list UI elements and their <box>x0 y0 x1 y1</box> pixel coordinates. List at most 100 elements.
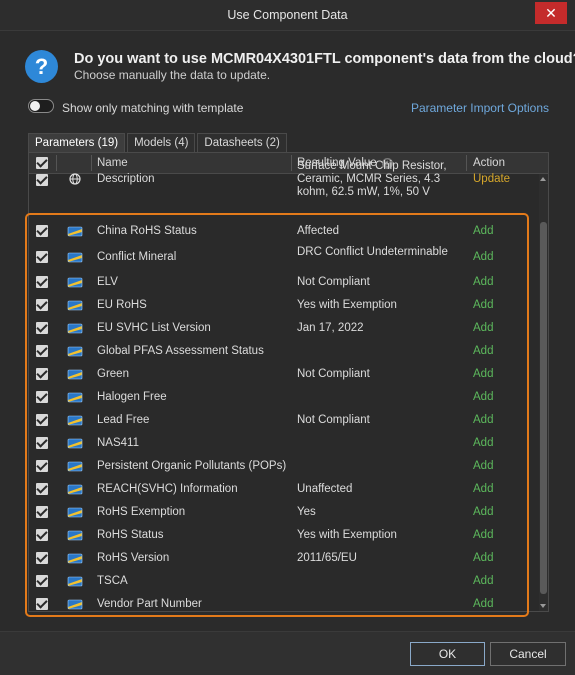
row-checkbox[interactable] <box>36 345 48 357</box>
chip-icon <box>67 506 83 518</box>
add-action[interactable]: Add <box>473 598 493 610</box>
dialog-subtitle: Choose manually the data to update. <box>74 68 271 82</box>
table-row[interactable]: Halogen Free Add <box>29 386 539 408</box>
add-action[interactable]: Add <box>473 575 493 587</box>
chip-icon <box>67 322 83 334</box>
parameter-name: RoHS Exemption <box>97 506 186 518</box>
chip-icon <box>67 483 83 495</box>
chip-icon <box>67 225 83 237</box>
chip-icon <box>67 299 83 311</box>
add-action[interactable]: Add <box>473 483 493 495</box>
table-row[interactable]: Lead Free Not Compliant Add <box>29 409 539 431</box>
add-action[interactable]: Add <box>473 552 493 564</box>
parameters-table: Name Resulting Value ? Action Descriptio… <box>28 152 549 612</box>
question-icon: ? <box>25 50 58 83</box>
add-action[interactable]: Add <box>473 437 493 449</box>
parameter-value: Yes <box>297 506 316 518</box>
parameter-name: EU RoHS <box>97 299 147 311</box>
table-row[interactable]: EU SVHC List Version Jan 17, 2022 Add <box>29 317 539 339</box>
parameter-name: Conflict Mineral <box>97 251 177 263</box>
parameter-name: Description <box>97 173 155 185</box>
add-action[interactable]: Add <box>473 345 493 357</box>
row-checkbox[interactable] <box>36 506 48 518</box>
parameter-name: ELV <box>97 276 118 288</box>
row-checkbox[interactable] <box>36 391 48 403</box>
parameter-name: Lead Free <box>97 414 150 426</box>
add-action[interactable]: Add <box>473 322 493 334</box>
add-action[interactable]: Add <box>473 529 493 541</box>
row-checkbox[interactable] <box>36 552 48 564</box>
globe-icon <box>69 173 81 185</box>
parameter-name: Vendor Part Number <box>97 598 202 610</box>
add-action[interactable]: Add <box>473 276 493 288</box>
table-row[interactable]: RoHS Status Yes with Exemption Add <box>29 524 539 546</box>
parameter-value: Not Compliant <box>297 368 370 380</box>
matching-template-toggle[interactable] <box>28 99 54 113</box>
parameter-value: Yes with Exemption <box>297 529 397 541</box>
add-action[interactable]: Add <box>473 299 493 311</box>
row-checkbox[interactable] <box>36 299 48 311</box>
table-row[interactable]: EU RoHS Yes with Exemption Add <box>29 294 539 316</box>
table-row[interactable]: RoHS Version 2011/65/EU Add <box>29 547 539 569</box>
table-row[interactable]: Green Not Compliant Add <box>29 363 539 385</box>
table-row[interactable]: Persistent Organic Pollutants (POPs) Add <box>29 455 539 477</box>
scroll-down-arrow-icon[interactable] <box>540 604 546 608</box>
row-checkbox[interactable] <box>36 529 48 541</box>
cancel-button[interactable]: Cancel <box>490 642 566 666</box>
chip-icon <box>67 414 83 426</box>
tab-parameters[interactable]: Parameters (19) <box>28 133 126 152</box>
chip-icon <box>67 276 83 288</box>
add-action[interactable]: Add <box>473 460 493 472</box>
row-checkbox[interactable] <box>36 174 48 186</box>
close-button[interactable]: ✕ <box>535 2 567 24</box>
update-action[interactable]: Update <box>473 173 510 185</box>
row-checkbox[interactable] <box>36 437 48 449</box>
row-checkbox[interactable] <box>36 460 48 472</box>
parameter-name: Persistent Organic Pollutants (POPs) <box>97 460 287 472</box>
title-bar: Use Component Data ✕ <box>0 0 575 31</box>
add-action[interactable]: Add <box>473 225 493 237</box>
dialog-footer: OK Cancel <box>0 631 575 675</box>
table-row[interactable]: TSCA Add <box>29 570 539 592</box>
parameter-name: Halogen Free <box>97 391 167 403</box>
add-action[interactable]: Add <box>473 251 493 263</box>
row-checkbox[interactable] <box>36 575 48 587</box>
add-action[interactable]: Add <box>473 414 493 426</box>
row-checkbox[interactable] <box>36 414 48 426</box>
tab-models[interactable]: Models (4) <box>127 133 196 152</box>
parameter-name: Green <box>97 368 129 380</box>
parameter-import-options-link[interactable]: Parameter Import Options <box>411 101 549 115</box>
table-row[interactable]: REACH(SVHC) Information Unaffected Add <box>29 478 539 500</box>
table-row[interactable]: Description Surface Mount Chip Resistor, … <box>29 160 539 216</box>
row-checkbox[interactable] <box>36 225 48 237</box>
add-action[interactable]: Add <box>473 368 493 380</box>
table-row[interactable]: Global PFAS Assessment Status Add <box>29 340 539 362</box>
row-checkbox[interactable] <box>36 251 48 263</box>
table-row[interactable]: Conflict Mineral DRC Conflict Undetermina… <box>29 246 539 268</box>
chip-icon <box>67 345 83 357</box>
parameter-value: Yes with Exemption <box>297 299 397 311</box>
chip-icon <box>67 575 83 587</box>
parameter-value: Jan 17, 2022 <box>297 322 364 334</box>
add-action[interactable]: Add <box>473 506 493 518</box>
table-row[interactable]: RoHS Exemption Yes Add <box>29 501 539 523</box>
table-row[interactable]: China RoHS Status Affected Add <box>29 220 539 242</box>
scroll-thumb[interactable] <box>540 222 547 594</box>
parameter-name: TSCA <box>97 575 128 587</box>
row-checkbox[interactable] <box>36 483 48 495</box>
table-row[interactable]: NAS411 Add <box>29 432 539 454</box>
add-action[interactable]: Add <box>473 391 493 403</box>
ok-button[interactable]: OK <box>410 642 485 666</box>
row-checkbox[interactable] <box>36 368 48 380</box>
table-row[interactable]: ELV Not Compliant Add <box>29 271 539 293</box>
table-row[interactable]: Vendor Part Number Add <box>29 593 539 611</box>
row-checkbox[interactable] <box>36 598 48 610</box>
row-checkbox[interactable] <box>36 322 48 334</box>
scroll-up-arrow-icon[interactable] <box>540 177 546 181</box>
tab-datasheets[interactable]: Datasheets (2) <box>197 133 287 152</box>
chip-icon <box>67 552 83 564</box>
vertical-scrollbar[interactable] <box>539 174 548 611</box>
row-checkbox[interactable] <box>36 276 48 288</box>
window-title: Use Component Data <box>227 8 348 22</box>
parameter-name: Global PFAS Assessment Status <box>97 345 264 357</box>
